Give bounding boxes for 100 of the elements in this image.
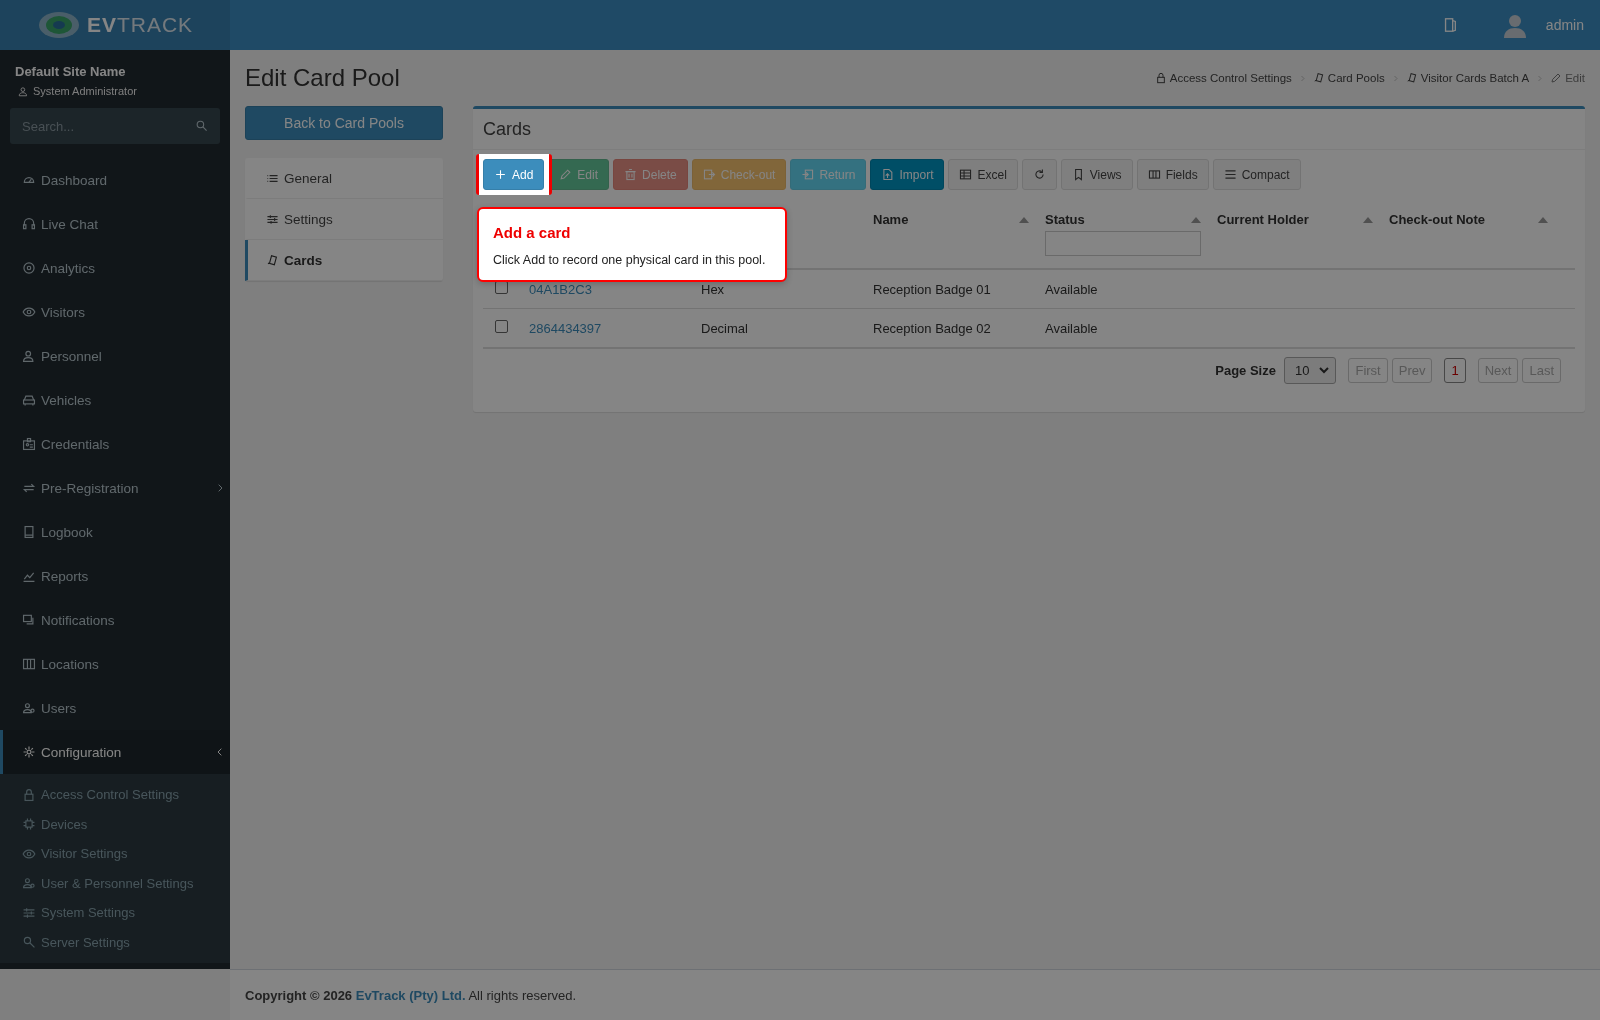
sidebar-item[interactable]: Locations <box>0 642 230 686</box>
lock-icon <box>22 787 36 802</box>
chat-icon <box>22 613 36 627</box>
logo-icon <box>36 10 81 40</box>
file-icon <box>881 168 895 181</box>
avatar-icon <box>1501 12 1528 38</box>
badge-icon <box>22 437 36 451</box>
copyright-text: Copyright © 2026 EvTrack (Pty) Ltd. All rights reserved. <box>245 987 577 1003</box>
columns-icon <box>1147 168 1161 181</box>
sliders-icon <box>22 905 36 920</box>
pager-button[interactable]: 1 <box>1444 358 1466 383</box>
company-link[interactable]: EvTrack (Pty) Ltd. <box>355 987 466 1003</box>
row-checkbox[interactable] <box>495 320 508 333</box>
book-icon <box>22 525 36 539</box>
sidebar-item[interactable]: Live Chat <box>0 202 230 246</box>
sidebar-item[interactable]: Notifications <box>0 598 230 642</box>
arrows-icon <box>22 481 36 495</box>
sidebar-item[interactable]: Reports <box>0 554 230 598</box>
toolbar-button[interactable]: Views <box>1060 159 1133 190</box>
cards-icon <box>1405 72 1418 84</box>
breadcrumb-link[interactable]: Access Control Settings <box>1154 72 1292 84</box>
refresh-button[interactable] <box>1021 159 1057 190</box>
user-name[interactable]: admin <box>1545 17 1584 33</box>
pencil-icon <box>559 168 573 181</box>
nav-tab[interactable]: Cards <box>245 240 443 281</box>
pencil-icon <box>1550 72 1563 84</box>
map-icon <box>22 657 36 671</box>
page-size-select[interactable]: 10 <box>1283 357 1337 384</box>
filter-field[interactable] <box>1045 231 1201 256</box>
panel-title: Cards <box>473 109 1585 150</box>
nav-tab[interactable]: Settings <box>245 199 443 240</box>
toolbar-button[interactable]: Import <box>870 159 945 190</box>
chip-icon <box>22 817 36 832</box>
sort-icon[interactable] <box>1538 216 1548 223</box>
submenu-item[interactable]: Server Settings <box>0 927 230 957</box>
breadcrumb-link[interactable]: Card Pools <box>1312 72 1385 84</box>
person-icon <box>22 349 36 363</box>
submenu-item[interactable]: Visitor Settings <box>0 839 230 869</box>
car-icon <box>22 393 36 407</box>
users-icon <box>22 701 36 715</box>
sidebar-item[interactable]: Visitors <box>0 290 230 334</box>
users-icon <box>22 876 36 891</box>
logo-text: EVTRACK <box>86 13 194 37</box>
sort-icon[interactable] <box>1191 216 1201 223</box>
breadcrumb-link[interactable]: Visitor Cards Batch A <box>1405 72 1530 84</box>
submenu-item[interactable]: System Settings <box>0 898 230 928</box>
cards-icon <box>1312 72 1325 84</box>
table-icon <box>959 168 973 181</box>
target-icon <box>22 261 36 275</box>
nav-tab[interactable]: General <box>245 158 443 199</box>
enter-icon <box>801 168 815 181</box>
cards-icon <box>266 253 279 267</box>
caret-icon <box>1319 367 1330 374</box>
sidebar-item[interactable]: Logbook <box>0 510 230 554</box>
exit-icon <box>702 168 716 181</box>
menu-icon <box>1223 168 1237 181</box>
column-header[interactable]: Status <box>1045 212 1085 227</box>
sidebar-item[interactable]: Credentials <box>0 422 230 466</box>
toolbar-button[interactable]: Excel <box>948 159 1018 190</box>
column-header[interactable]: Check-out Note <box>1389 212 1486 227</box>
tooltip-title: Add a card <box>493 224 571 241</box>
sidebar-item[interactable]: Configuration <box>0 730 230 774</box>
person-icon <box>18 85 29 97</box>
sidebar-item[interactable]: Personnel <box>0 334 230 378</box>
back-button[interactable]: Back to Card Pools <box>245 106 443 140</box>
column-header[interactable]: Name <box>873 212 909 227</box>
sidebar-item[interactable]: Users <box>0 686 230 730</box>
user-role: System Administrator <box>33 85 137 97</box>
sliders-icon <box>266 212 279 226</box>
submenu-item[interactable]: User & Personnel Settings <box>0 868 230 898</box>
trash-icon <box>624 168 638 181</box>
gear-icon <box>22 745 36 759</box>
breadcrumb-link[interactable]: Edit <box>1550 72 1585 84</box>
site-name: Default Site Name <box>14 63 127 79</box>
table-cell-text: Reception Badge 02 <box>872 320 992 336</box>
card-number-link[interactable]: 2864434397 <box>529 320 602 336</box>
eye-icon <box>22 305 36 319</box>
table-cell-text: Hex <box>700 281 726 297</box>
sidebar-item[interactable]: Dashboard <box>0 158 230 202</box>
page-size-label: Page Size <box>1215 363 1276 378</box>
submenu-item[interactable]: Access Control Settings <box>0 780 230 810</box>
card-number-link[interactable]: 04A1B2C3 <box>529 281 592 297</box>
sidebar-item[interactable]: Pre-Registration <box>0 466 230 510</box>
refresh-icon <box>1032 168 1046 181</box>
column-header[interactable]: Current Holder <box>1217 212 1309 227</box>
tooltip-text: Click Add to record one physical card in this pool. <box>493 253 767 267</box>
table-cell-text: Available <box>1044 281 1099 297</box>
headset-icon <box>22 217 36 231</box>
toolbar-button[interactable]: Compact <box>1212 159 1301 190</box>
submenu-item[interactable]: Devices <box>0 809 230 839</box>
sort-icon[interactable] <box>1363 216 1373 223</box>
table-cell-text: Reception Badge 01 <box>872 281 992 297</box>
toolbar-button[interactable]: Fields <box>1136 159 1209 190</box>
sidebar-item[interactable]: Vehicles <box>0 378 230 422</box>
table-cell-text: Decimal <box>700 320 749 336</box>
page-title: Edit Card Pool <box>245 64 401 92</box>
table-cell-text: Available <box>1044 320 1099 336</box>
sort-icon[interactable] <box>1019 216 1029 223</box>
lock-icon <box>1154 72 1167 84</box>
sidebar-item[interactable]: Analytics <box>0 246 230 290</box>
